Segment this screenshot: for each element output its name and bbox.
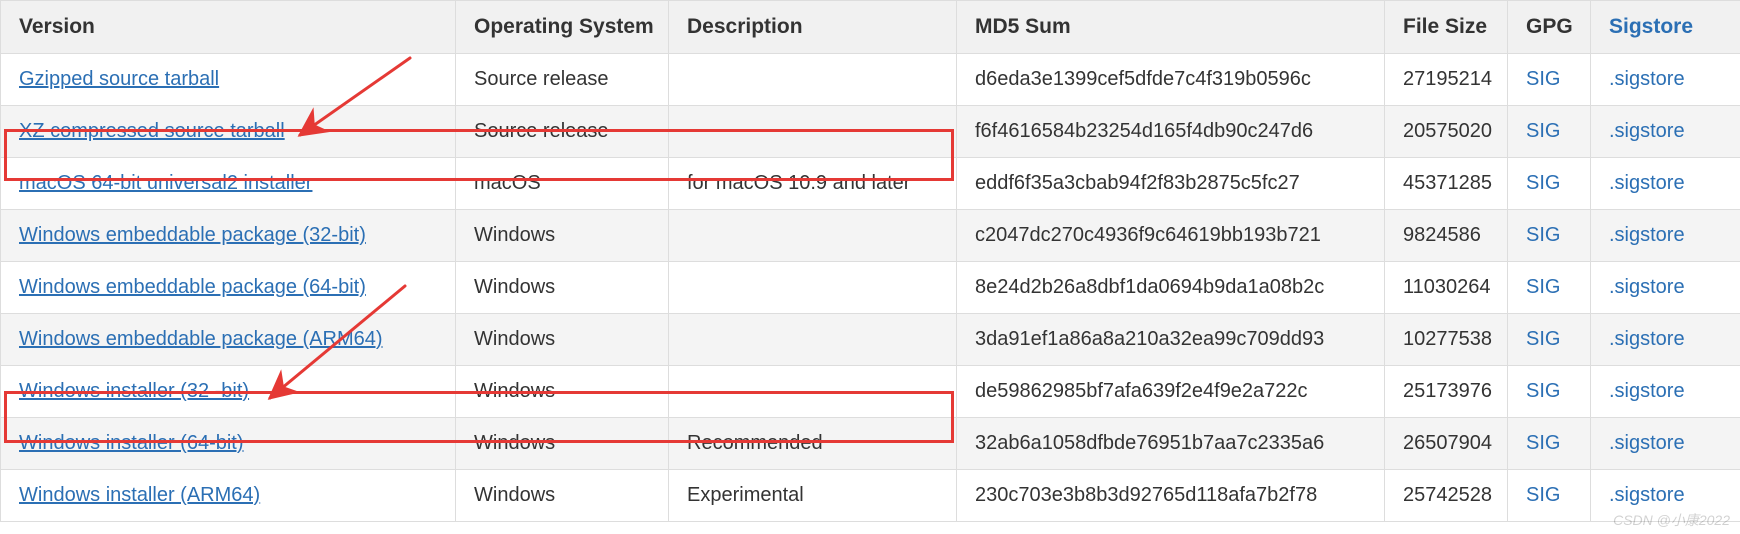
- version-link[interactable]: Windows embeddable package (64-bit): [19, 276, 366, 298]
- gpg-link[interactable]: SIG: [1526, 484, 1560, 506]
- description-cell: [669, 366, 957, 418]
- version-link[interactable]: Windows embeddable package (32-bit): [19, 224, 366, 246]
- os-cell: Windows: [456, 210, 669, 262]
- col-description: Description: [669, 1, 957, 54]
- os-cell: macOS: [456, 158, 669, 210]
- os-cell: Windows: [456, 418, 669, 470]
- size-cell: 45371285: [1385, 158, 1508, 210]
- sigstore-link[interactable]: .sigstore: [1609, 432, 1685, 454]
- sigstore-link[interactable]: .sigstore: [1609, 380, 1685, 402]
- size-cell: 9824586: [1385, 210, 1508, 262]
- version-link[interactable]: XZ compressed source tarball: [19, 120, 285, 142]
- table-header-row: Version Operating System Description MD5…: [1, 1, 1740, 54]
- col-sigstore: Sigstore: [1591, 1, 1740, 54]
- os-cell: Source release: [456, 54, 669, 106]
- col-md5: MD5 Sum: [957, 1, 1385, 54]
- gpg-link[interactable]: SIG: [1526, 224, 1560, 246]
- description-cell: [669, 210, 957, 262]
- sigstore-link[interactable]: .sigstore: [1609, 224, 1685, 246]
- description-cell: [669, 314, 957, 366]
- md5-cell: 230c703e3b8b3d92765d118afa7b2f78: [957, 470, 1385, 522]
- sigstore-link[interactable]: .sigstore: [1609, 120, 1685, 142]
- gpg-link[interactable]: SIG: [1526, 120, 1560, 142]
- version-link[interactable]: Gzipped source tarball: [19, 68, 219, 90]
- table-row: Windows installer (32 -bit) Windows de5986…: [1, 366, 1740, 418]
- gpg-link[interactable]: SIG: [1526, 328, 1560, 350]
- md5-cell: 32ab6a1058dfbde76951b7aa7c2335a6: [957, 418, 1385, 470]
- sigstore-link[interactable]: .sigstore: [1609, 328, 1685, 350]
- md5-cell: 8e24d2b26a8dbf1da0694b9da1a08b2c: [957, 262, 1385, 314]
- python-files-table: Version Operating System Description MD5…: [0, 0, 1740, 522]
- table-row: Windows installer (64-bit) WindowsRecomme…: [1, 418, 1740, 470]
- os-cell: Windows: [456, 366, 669, 418]
- size-cell: 27195214: [1385, 54, 1508, 106]
- os-cell: Windows: [456, 470, 669, 522]
- size-cell: 20575020: [1385, 106, 1508, 158]
- table-body: Gzipped source tarball Source release d6ed…: [1, 54, 1740, 522]
- md5-cell: c2047dc270c4936f9c64619bb193b721: [957, 210, 1385, 262]
- table-row: Windows embeddable package (32-bit) Windo…: [1, 210, 1740, 262]
- md5-cell: de59862985bf7afa639f2e4f9e2a722c: [957, 366, 1385, 418]
- version-link[interactable]: Windows installer (32 -bit): [19, 380, 249, 402]
- size-cell: 26507904: [1385, 418, 1508, 470]
- os-cell: Windows: [456, 314, 669, 366]
- md5-cell: 3da91ef1a86a8a210a32ea99c709dd93: [957, 314, 1385, 366]
- col-os: Operating System: [456, 1, 669, 54]
- sigstore-link[interactable]: .sigstore: [1609, 276, 1685, 298]
- version-link[interactable]: Windows embeddable package (ARM64): [19, 328, 383, 350]
- sigstore-link[interactable]: .sigstore: [1609, 484, 1685, 506]
- version-link[interactable]: macOS 64-bit universal2 installer: [19, 172, 312, 194]
- description-cell: [669, 54, 957, 106]
- gpg-link[interactable]: SIG: [1526, 432, 1560, 454]
- description-cell: [669, 262, 957, 314]
- col-gpg: GPG: [1508, 1, 1591, 54]
- table-row: Windows embeddable package (ARM64) Window…: [1, 314, 1740, 366]
- description-cell: [669, 106, 957, 158]
- md5-cell: eddf6f35a3cbab94f2f83b2875c5fc27: [957, 158, 1385, 210]
- size-cell: 11030264: [1385, 262, 1508, 314]
- md5-cell: d6eda3e1399cef5dfde7c4f319b0596c: [957, 54, 1385, 106]
- gpg-link[interactable]: SIG: [1526, 380, 1560, 402]
- table-row: Gzipped source tarball Source release d6ed…: [1, 54, 1740, 106]
- gpg-link[interactable]: SIG: [1526, 276, 1560, 298]
- description-cell: for macOS 10.9 and later: [669, 158, 957, 210]
- md5-cell: f6f4616584b23254d165f4db90c247d6: [957, 106, 1385, 158]
- table-row: XZ compressed source tarball Source relea…: [1, 106, 1740, 158]
- size-cell: 25173976: [1385, 366, 1508, 418]
- os-cell: Source release: [456, 106, 669, 158]
- version-link[interactable]: Windows installer (ARM64): [19, 484, 260, 506]
- sigstore-link[interactable]: .sigstore: [1609, 172, 1685, 194]
- gpg-link[interactable]: SIG: [1526, 172, 1560, 194]
- gpg-link[interactable]: SIG: [1526, 68, 1560, 90]
- size-cell: 25742528: [1385, 470, 1508, 522]
- size-cell: 10277538: [1385, 314, 1508, 366]
- col-version: Version: [1, 1, 456, 54]
- description-cell: Experimental: [669, 470, 957, 522]
- description-cell: Recommended: [669, 418, 957, 470]
- table-row: macOS 64-bit universal2 installer macOSfo…: [1, 158, 1740, 210]
- table-row: Windows embeddable package (64-bit) Windo…: [1, 262, 1740, 314]
- sigstore-link[interactable]: .sigstore: [1609, 68, 1685, 90]
- table-row: Windows installer (ARM64) WindowsExperime…: [1, 470, 1740, 522]
- col-size: File Size: [1385, 1, 1508, 54]
- os-cell: Windows: [456, 262, 669, 314]
- version-link[interactable]: Windows installer (64-bit): [19, 432, 244, 454]
